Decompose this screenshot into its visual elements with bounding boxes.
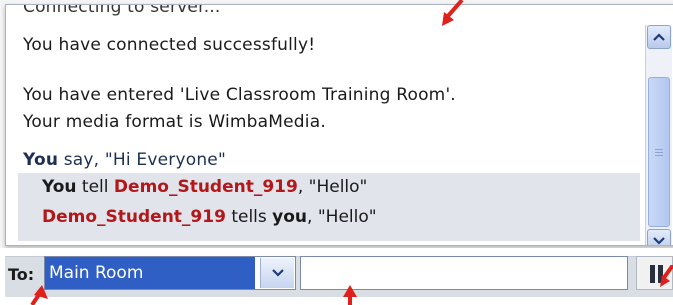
chat-line-entered-room: You have entered 'Live Classroom Trainin… bbox=[23, 85, 456, 105]
recipient-dropdown-button[interactable] bbox=[260, 258, 294, 288]
to-label: To: bbox=[8, 265, 35, 284]
send-button[interactable] bbox=[636, 256, 673, 290]
chat-scrollbar[interactable] bbox=[645, 25, 672, 245]
chat-log-panel: Connecting to server... You have connect… bbox=[5, 4, 673, 246]
recipient-selected-value[interactable]: Main Room bbox=[45, 257, 255, 289]
chat-line-connected: You have connected successfully! bbox=[23, 35, 316, 55]
message-text: say, "Hi Everyone" bbox=[58, 150, 226, 170]
scroll-down-button[interactable] bbox=[647, 229, 671, 245]
recipient-name: Demo_Student_919 bbox=[113, 177, 298, 197]
chevron-up-icon bbox=[653, 33, 665, 41]
recipient-select[interactable]: Main Room bbox=[44, 256, 296, 290]
grip-icon bbox=[655, 147, 663, 158]
message-text: , "Hello" bbox=[307, 207, 377, 227]
chevron-down-icon bbox=[653, 237, 665, 245]
chevron-down-icon bbox=[271, 269, 284, 277]
chat-window: Connecting to server... You have connect… bbox=[0, 0, 673, 305]
sender-name: Demo_Student_919 bbox=[42, 207, 226, 227]
scroll-up-button[interactable] bbox=[647, 25, 671, 49]
sender-you: You bbox=[23, 150, 59, 170]
composer-bar: To: Main Room bbox=[0, 248, 673, 305]
recipient-you: you bbox=[272, 207, 308, 227]
chat-line-connecting: Connecting to server... bbox=[23, 5, 221, 17]
chat-log: Connecting to server... You have connect… bbox=[6, 5, 641, 245]
verb-text: tells bbox=[225, 207, 273, 227]
chat-line-student-tells: Demo_Student_919 tells you, "Hello" bbox=[42, 207, 377, 227]
sender-you: You bbox=[42, 177, 77, 197]
chat-line-you-say: You say, "Hi Everyone" bbox=[23, 150, 226, 170]
chat-line-media-format: Your media format is WimbaMedia. bbox=[23, 112, 326, 132]
scroll-thumb[interactable] bbox=[648, 77, 670, 227]
message-text: , "Hello" bbox=[297, 177, 368, 197]
chat-line-you-tell: You tell Demo_Student_919, "Hello" bbox=[42, 177, 367, 197]
message-input[interactable] bbox=[300, 256, 628, 290]
verb-text: tell bbox=[76, 177, 114, 197]
